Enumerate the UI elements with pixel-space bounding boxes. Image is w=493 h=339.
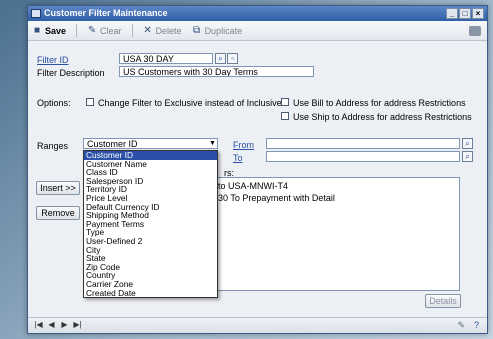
toolbar-separator [76, 24, 78, 37]
delete-button[interactable]: ✕ Delete [143, 24, 181, 36]
help-icon[interactable]: ? [474, 320, 479, 330]
ship-to-option-label: Use Ship to Address for address Restrict… [293, 112, 472, 122]
minimize-button[interactable]: _ [446, 8, 458, 19]
list-item[interactable]: to USA-MNWI-T4 [218, 181, 288, 191]
previous-record-icon[interactable]: ◀ [47, 320, 56, 329]
dropdown-option[interactable]: User-Defined 2 [84, 237, 217, 246]
duplicate-button[interactable]: ⧉ Duplicate [192, 24, 242, 36]
status-bar: |◀ ◀ ▶ ▶| ✎ ? [28, 317, 487, 333]
to-field[interactable] [266, 151, 460, 162]
to-label[interactable]: To [233, 153, 243, 163]
delete-icon: ✕ [143, 24, 152, 36]
insert-button[interactable]: Insert >> [36, 181, 80, 195]
next-record-icon[interactable]: ▶ [60, 320, 69, 329]
chevron-down-icon[interactable]: ▼ [208, 139, 217, 148]
ranges-label: Ranges [37, 141, 69, 151]
save-button[interactable]: ■ Save [32, 24, 66, 36]
first-record-icon[interactable]: |◀ [34, 320, 43, 329]
toolbar-separator [131, 24, 133, 37]
remove-button[interactable]: Remove [36, 206, 80, 220]
ship-to-checkbox[interactable] [281, 112, 289, 120]
maximize-button[interactable]: □ [459, 8, 471, 19]
from-label[interactable]: From [233, 140, 254, 150]
exclusive-checkbox[interactable] [86, 98, 94, 106]
details-button[interactable]: Details [425, 294, 461, 308]
title-bar: Customer Filter Maintenance _ □ × [28, 6, 487, 21]
bill-to-option-label: Use Bill to Address for address Restrict… [293, 98, 466, 108]
filter-description-label: Filter Description [37, 68, 105, 78]
window-title: Customer Filter Maintenance [44, 8, 168, 18]
ranges-dropdown-list[interactable]: Customer ID Customer Name Class ID Sales… [83, 150, 218, 299]
duplicate-icon: ⧉ [192, 24, 201, 36]
printer-icon[interactable] [469, 26, 481, 36]
exclusive-option-label: Change Filter to Exclusive instead of In… [98, 98, 282, 108]
record-navigation: |◀ ◀ ▶ ▶| [34, 320, 82, 329]
bill-to-checkbox[interactable] [281, 98, 289, 106]
window-controls: _ □ × [446, 8, 484, 19]
to-lookup-icon[interactable]: ⌕ [462, 151, 473, 162]
note-icon[interactable]: ▫ [227, 53, 238, 64]
clear-icon: ✎ [87, 24, 97, 36]
note-icon[interactable]: ✎ [457, 320, 465, 331]
list-item[interactable]: 30 To Prepayment with Detail [218, 193, 335, 203]
ranges-selected-value: Customer ID [87, 139, 138, 149]
close-button[interactable]: × [472, 8, 484, 19]
save-icon: ■ [33, 24, 41, 36]
options-label: Options: [37, 98, 71, 108]
filter-id-field[interactable]: USA 30 DAY [119, 53, 213, 64]
filter-id-label[interactable]: Filter ID [37, 55, 69, 65]
lookup-icon[interactable]: ⌕ [215, 53, 226, 64]
clear-button[interactable]: ✎ Clear [87, 24, 122, 36]
filter-description-field[interactable]: US Customers with 30 Day Terms [119, 66, 314, 77]
ranges-select[interactable]: Customer ID [83, 138, 218, 149]
from-lookup-icon[interactable]: ⌕ [462, 138, 473, 149]
from-field[interactable] [266, 138, 460, 149]
app-icon [31, 9, 41, 18]
dropdown-option[interactable]: Created Date [84, 288, 217, 298]
customer-filter-window: Customer Filter Maintenance _ □ × ■ Save… [27, 5, 488, 334]
last-record-icon[interactable]: ▶| [73, 320, 82, 329]
toolbar: ■ Save ✎ Clear ✕ Delete ⧉ Duplicate [28, 21, 487, 41]
